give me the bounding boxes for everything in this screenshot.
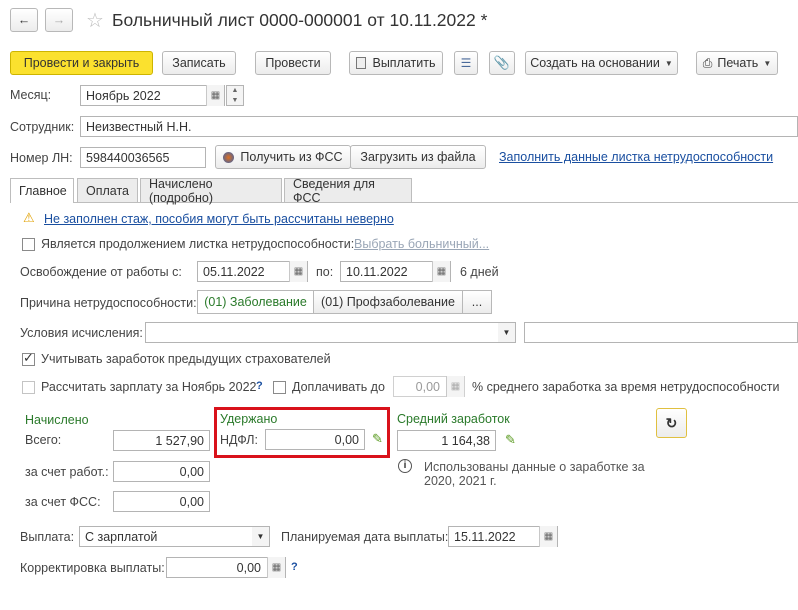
get-from-fss-button[interactable]: Получить из ФСС: [215, 145, 351, 169]
post-and-close-button[interactable]: Провести и закрыть: [10, 51, 153, 75]
sick-number-label: Номер ЛН:: [10, 151, 73, 165]
page-title: Больничный лист 0000-000001 от 10.11.202…: [112, 10, 488, 30]
list-icon: ☰: [460, 56, 472, 70]
report-button[interactable]: ☰: [454, 51, 478, 75]
accrued-employer-field[interactable]: 0,00: [113, 461, 210, 482]
refresh-icon: ↻: [665, 414, 678, 431]
print-button[interactable]: ⎙ Печать ▼: [696, 51, 778, 75]
calc-salary-checkbox: [22, 381, 35, 394]
tab-fss-info[interactable]: Сведения для ФСС: [284, 177, 412, 205]
reason-occupational-option[interactable]: (01) Профзаболевание: [313, 290, 463, 314]
conditions-field[interactable]: [145, 322, 499, 343]
seniority-warning-link[interactable]: Не заполнен стаж, пособия могут быть рас…: [44, 212, 394, 226]
average-title: Средний заработок: [397, 412, 510, 426]
payout-field[interactable]: С зарплатой: [79, 526, 253, 547]
conditions-label: Условия исчисления:: [20, 326, 143, 340]
prev-employers-checkbox[interactable]: ✓: [22, 350, 35, 366]
attach-button[interactable]: 📎: [489, 51, 515, 75]
printer-icon: ⎙: [702, 55, 713, 70]
topup-suffix: % среднего заработка за время нетрудоспо…: [472, 380, 780, 394]
accrued-total-field[interactable]: 1 527,90: [113, 430, 210, 451]
favorite-star-icon[interactable]: ☆: [86, 8, 104, 33]
pay-label: Выплатить: [372, 56, 436, 70]
month-value: Ноябрь 2022: [86, 88, 161, 103]
reason-disease-option[interactable]: (01) Заболевание: [197, 290, 314, 314]
average-field[interactable]: 1 164,38: [397, 430, 496, 451]
tab-accrued-detailed[interactable]: Начислено (подробно): [140, 177, 282, 205]
topup-checkbox[interactable]: [273, 381, 286, 394]
info-icon: i: [398, 459, 412, 473]
calendar-icon[interactable]: ▦: [432, 261, 450, 282]
paperclip-icon: 📎: [493, 55, 511, 70]
pencil-icon[interactable]: ✎: [372, 431, 383, 447]
payout-label: Выплата:: [20, 530, 75, 544]
ndfl-field[interactable]: 0,00: [265, 429, 365, 450]
accrued-title: Начислено: [25, 413, 89, 427]
month-stepper[interactable]: ▲ ▼: [226, 85, 244, 106]
create-based-button[interactable]: Создать на основании ▼: [525, 51, 678, 75]
average-info-line1: Использованы данные о заработке за: [424, 460, 645, 474]
continuation-checkbox[interactable]: [22, 238, 35, 251]
days-count: 6 дней: [460, 265, 499, 279]
create-based-label: Создать на основании: [530, 56, 660, 70]
sick-number-field[interactable]: 598440036565: [80, 147, 206, 168]
calculator-icon[interactable]: ▦: [267, 557, 285, 578]
payout-date-label: Планируемая дата выплаты:: [281, 530, 449, 544]
back-button[interactable]: ←: [10, 8, 38, 32]
calendar-icon[interactable]: ▦: [289, 261, 307, 282]
refresh-button[interactable]: ↻: [656, 408, 687, 438]
pencil-icon[interactable]: ✎: [505, 432, 516, 448]
tab-payment[interactable]: Оплата: [77, 178, 138, 202]
globe-icon: [223, 151, 235, 163]
get-from-fss-label: Получить из ФСС: [240, 150, 343, 164]
pay-button[interactable]: Выплатить: [349, 51, 443, 75]
tab-main[interactable]: Главное: [10, 178, 74, 203]
arrow-right-icon: →: [52, 13, 66, 27]
print-label: Печать: [717, 56, 759, 70]
load-from-file-button[interactable]: Загрузить из файла: [350, 145, 486, 169]
average-info-line2: 2020, 2021 г.: [424, 474, 497, 488]
employee-field[interactable]: Неизвестный Н.Н.: [80, 116, 798, 137]
calendar-icon[interactable]: ▦: [206, 85, 224, 106]
forward-button[interactable]: →: [45, 8, 73, 32]
conditions-extra-field[interactable]: [524, 322, 798, 343]
post-button[interactable]: Провести: [255, 51, 331, 75]
ndfl-label: НДФЛ:: [220, 433, 258, 447]
withheld-title: Удержано: [220, 412, 278, 426]
payout-dropdown[interactable]: ▼: [252, 526, 270, 547]
calc-salary-help-icon[interactable]: ?: [256, 380, 263, 392]
accrued-employer-label: за счет работ.:: [25, 465, 109, 479]
warning-icon: ⚠: [23, 210, 35, 225]
employee-label: Сотрудник:: [10, 120, 75, 134]
arrow-left-icon: ←: [17, 13, 31, 27]
month-label: Месяц:: [10, 88, 52, 102]
correction-help-icon[interactable]: ?: [291, 561, 298, 573]
continuation-label: Является продолжением листка нетрудоспос…: [41, 237, 355, 251]
topup-label: Доплачивать до: [292, 380, 385, 394]
tab-strip-line: [10, 202, 798, 203]
reason-more-button[interactable]: ...: [462, 290, 492, 314]
select-sick-leave-link[interactable]: Выбрать больничный...: [354, 237, 489, 251]
save-button[interactable]: Записать: [162, 51, 236, 75]
conditions-dropdown[interactable]: ▼: [498, 322, 516, 343]
chevron-down-icon: ▼: [664, 58, 673, 68]
month-field[interactable]: Ноябрь 2022: [80, 85, 225, 106]
reason-label: Причина нетрудоспособности:: [20, 296, 197, 310]
document-icon: [356, 57, 367, 69]
prev-employers-label: Учитывать заработок предыдущих страховат…: [41, 352, 331, 366]
release-label: Освобождение от работы с:: [20, 265, 182, 279]
accrued-fss-field[interactable]: 0,00: [113, 491, 210, 512]
release-to-label: по:: [316, 265, 334, 279]
calendar-icon[interactable]: ▦: [539, 526, 557, 547]
correction-label: Корректировка выплаты:: [20, 561, 165, 575]
accrued-fss-label: за счет ФСС:: [25, 495, 101, 509]
calc-salary-label: Рассчитать зарплату за Ноябрь 2022: [41, 380, 257, 394]
chevron-down-icon: ▼: [763, 58, 772, 68]
accrued-total-label: Всего:: [25, 433, 62, 447]
calculator-icon: ▦: [446, 376, 464, 397]
checkmark-icon: ✓: [23, 350, 34, 365]
fill-sick-leave-data-link[interactable]: Заполнить данные листка нетрудоспособнос…: [499, 150, 773, 164]
